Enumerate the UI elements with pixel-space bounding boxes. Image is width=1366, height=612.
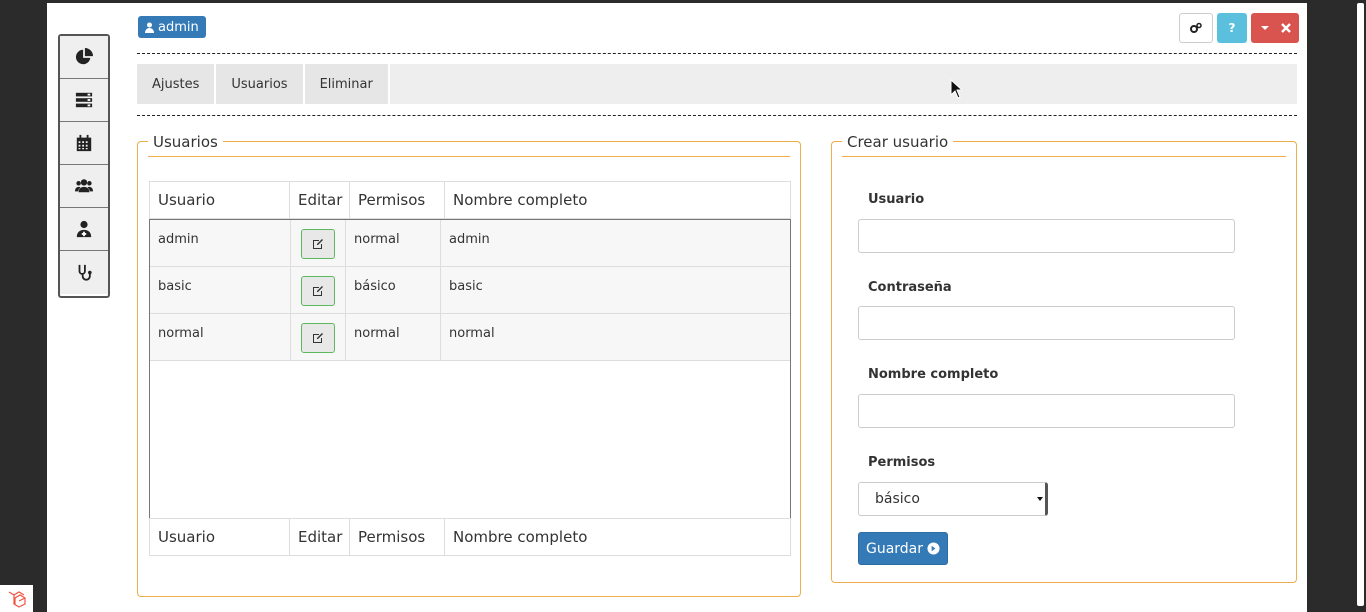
username-field[interactable] <box>858 219 1235 253</box>
cell-nombre: normal <box>449 326 495 341</box>
edit-icon <box>313 239 323 249</box>
create-user-rule <box>842 156 1286 157</box>
settings-tabs: Ajustes Usuarios Eliminar <box>137 64 1297 104</box>
tab-eliminar[interactable]: Eliminar <box>304 64 390 104</box>
users-panel: Usuarios Usuario Editar Permisos Nombre … <box>137 133 801 597</box>
calendar-icon <box>76 134 92 152</box>
cell-nombre: admin <box>449 232 490 247</box>
footer-header-usuario: Usuario <box>150 519 290 555</box>
cell-editar <box>291 314 346 360</box>
table-row[interactable]: admin normal admin <box>150 220 790 267</box>
save-button-label: Guardar <box>865 540 924 557</box>
sidebar-item-doctors[interactable] <box>60 208 108 251</box>
user-md-icon <box>76 220 92 238</box>
page: admin ? Ajustes Usuarios Eliminar Usuari… <box>47 3 1307 612</box>
caret-down-icon <box>1260 26 1269 30</box>
create-user-legend: Crear usuario <box>842 133 954 151</box>
edit-user-button[interactable] <box>301 276 335 306</box>
edit-icon <box>313 286 323 296</box>
select-caret-icon <box>1037 497 1043 501</box>
edit-user-button[interactable] <box>301 323 335 353</box>
server-icon <box>75 92 93 108</box>
stethoscope-icon <box>78 264 92 281</box>
sidebar-item-calendar[interactable] <box>60 122 108 165</box>
scrollbar-thumb[interactable] <box>1357 3 1364 606</box>
users-panel-rule <box>148 156 790 157</box>
cell-permisos: normal <box>346 314 441 360</box>
column-header-editar[interactable]: Editar <box>290 182 350 218</box>
cell-editar <box>291 220 346 266</box>
user-icon <box>145 22 154 33</box>
permissions-label: Permisos <box>868 455 936 470</box>
cogs-icon <box>1190 22 1202 33</box>
column-header-permisos[interactable]: Permisos <box>350 182 445 218</box>
column-header-usuario[interactable]: Usuario <box>150 182 290 218</box>
arrow-circle-right-icon <box>927 542 940 555</box>
table-row[interactable]: normal normal normal <box>150 314 790 361</box>
users-table-body[interactable]: admin normal admin basic básico basic no… <box>149 219 791 519</box>
window-actions: ? <box>1179 13 1299 43</box>
sidebar-item-users[interactable] <box>60 165 108 208</box>
tabs-divider <box>137 115 1297 116</box>
close-icon <box>1280 23 1291 33</box>
edit-icon <box>313 333 323 343</box>
users-icon <box>75 179 93 193</box>
cell-usuario: admin <box>150 220 291 266</box>
footer-header-editar: Editar <box>290 519 350 555</box>
create-user-panel: Crear usuario Usuario Contraseña Nombre … <box>831 133 1297 583</box>
pie-chart-icon <box>75 48 93 65</box>
footer-header-permisos: Permisos <box>350 519 445 555</box>
permissions-select[interactable]: básico <box>858 482 1048 516</box>
username-label: Usuario <box>868 192 925 207</box>
window-menu-button[interactable] <box>1251 13 1299 43</box>
permissions-selected-value: básico <box>875 491 920 507</box>
laravel-icon <box>8 590 26 608</box>
cell-editar <box>291 267 346 313</box>
footer-header-nombre: Nombre completo <box>453 528 588 546</box>
help-button[interactable]: ? <box>1217 13 1247 43</box>
sidebar-item-servers[interactable] <box>60 79 108 122</box>
tab-usuarios[interactable]: Usuarios <box>216 64 305 104</box>
save-user-button[interactable]: Guardar <box>858 532 948 565</box>
question-icon: ? <box>1228 21 1236 35</box>
tab-ajustes[interactable]: Ajustes <box>137 64 217 104</box>
laravel-debugbar-icon[interactable] <box>0 585 33 612</box>
cell-usuario: basic <box>150 267 291 313</box>
cell-permisos: básico <box>346 267 441 313</box>
mouse-cursor-icon <box>950 79 962 99</box>
header-divider <box>137 53 1297 54</box>
sidebar-item-dashboard[interactable] <box>60 36 108 79</box>
password-field[interactable] <box>858 306 1235 340</box>
sidebar-item-consults[interactable] <box>60 251 108 294</box>
password-label: Contraseña <box>868 280 952 295</box>
sidebar <box>58 34 110 298</box>
edit-user-button[interactable] <box>301 229 335 259</box>
fullname-label: Nombre completo <box>868 367 999 382</box>
settings-button[interactable] <box>1179 13 1213 43</box>
cell-permisos: normal <box>346 220 441 266</box>
users-panel-legend: Usuarios <box>148 133 223 151</box>
cell-nombre: basic <box>449 279 483 294</box>
column-header-nombre[interactable]: Nombre completo <box>445 182 790 218</box>
users-table-footer: Usuario Editar Permisos Nombre completo <box>149 518 791 556</box>
current-user-name: admin <box>158 19 199 35</box>
table-row[interactable]: basic básico basic <box>150 267 790 314</box>
current-user-badge[interactable]: admin <box>138 16 206 38</box>
fullname-field[interactable] <box>858 394 1235 428</box>
cell-usuario: normal <box>150 314 291 360</box>
users-table-header: Usuario Editar Permisos Nombre completo <box>149 181 791 219</box>
